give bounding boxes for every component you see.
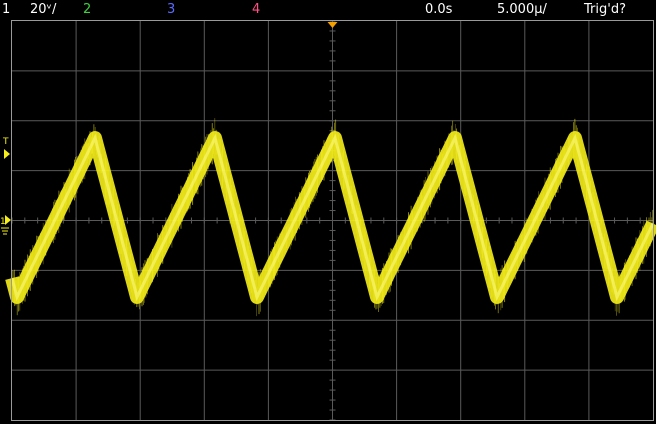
ground-symbol-icon [1, 227, 9, 235]
ch1-ground-label: 1 [0, 217, 6, 227]
trigger-level-label: T [2, 137, 9, 147]
trigger-level-marker[interactable] [4, 149, 10, 159]
display-frame [11, 20, 654, 421]
